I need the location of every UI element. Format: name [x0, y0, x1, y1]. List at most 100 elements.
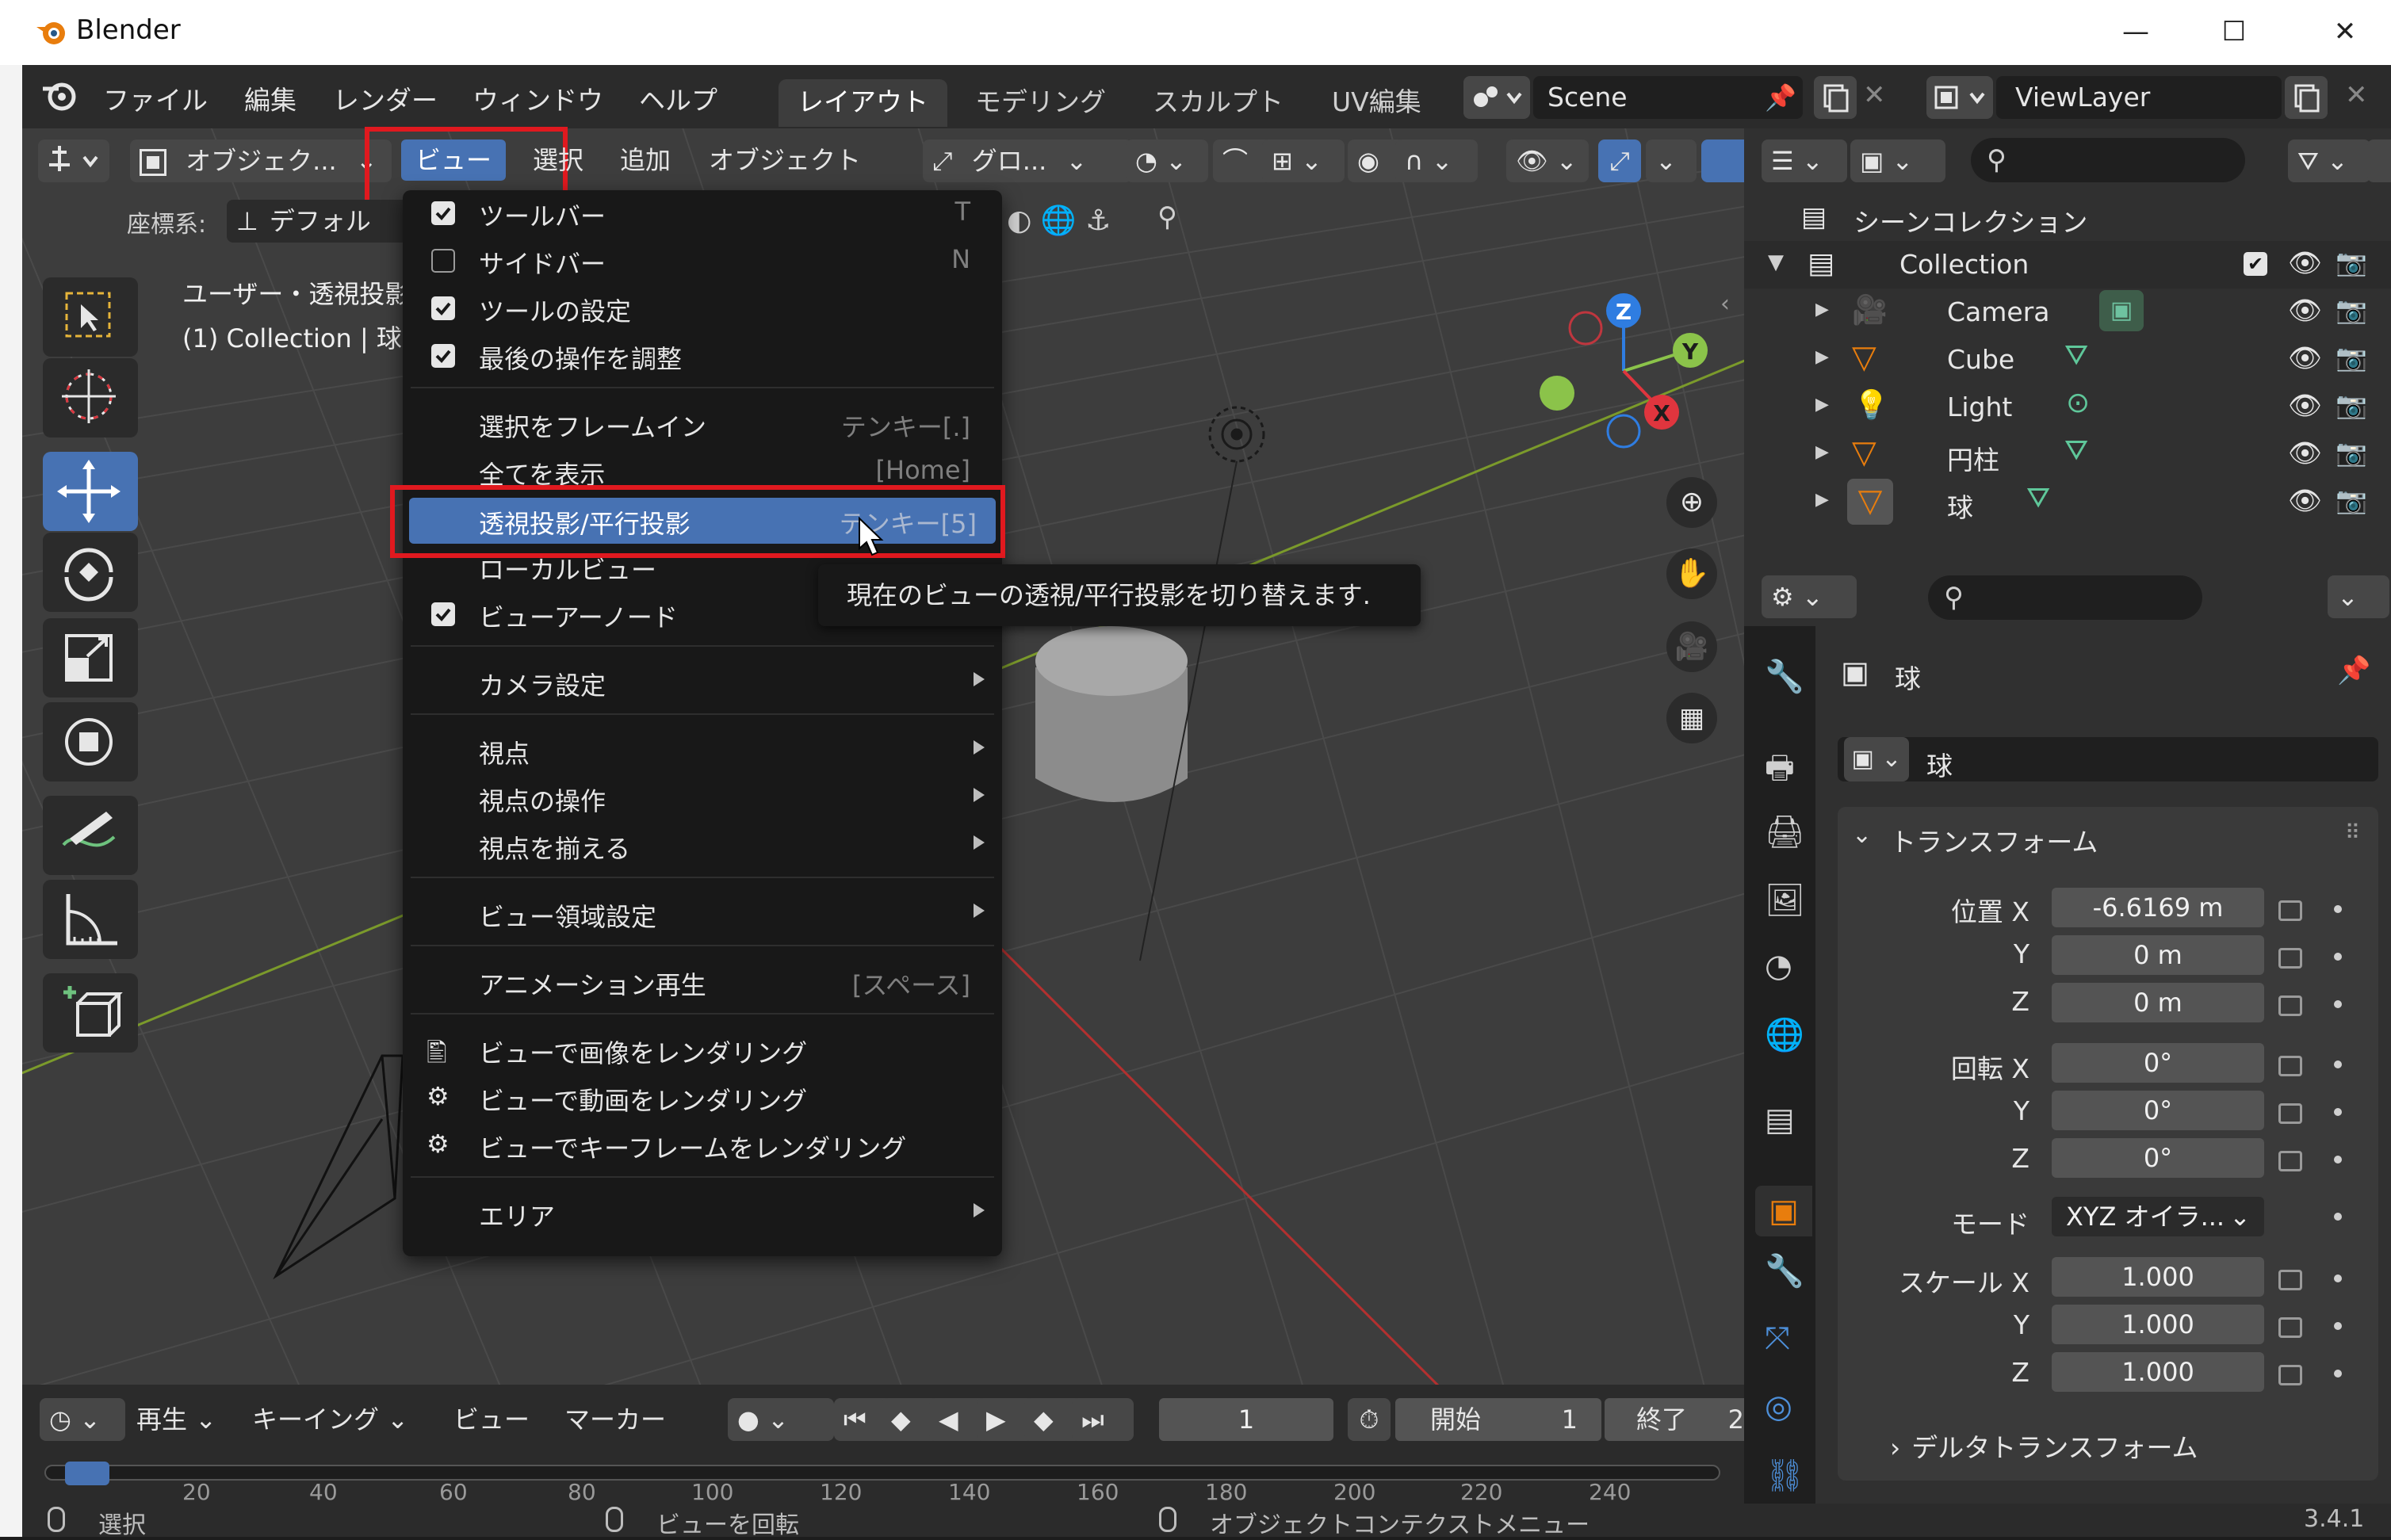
tab-modeling[interactable]: モデリング: [956, 79, 1125, 127]
tab-physics-icon[interactable]: ◎: [1765, 1389, 1792, 1425]
visibility-dropdown[interactable]: 👁 ⌄: [1506, 139, 1589, 182]
outliner-editor-type[interactable]: ☰ ⌄: [1762, 139, 1847, 182]
lock-icon[interactable]: [2278, 1056, 2302, 1076]
tab-constraints-icon[interactable]: ⛓: [1765, 1457, 1805, 1494]
outliner-row-scene-collection[interactable]: ▤ シーンコレクション: [1744, 193, 2391, 241]
lock-icon[interactable]: [2278, 1317, 2302, 1338]
keyframe-dot-icon[interactable]: [2334, 905, 2342, 913]
outliner-filter-dropdown[interactable]: ⛛ ⌄: [2288, 139, 2370, 182]
snap-target-dropdown[interactable]: ⊞ ⌄: [1262, 139, 1345, 182]
menu-item-toolbar[interactable]: ツールバー T: [403, 190, 1002, 236]
keyframe-dot-icon[interactable]: [2334, 1370, 2342, 1378]
navigation-gizmo[interactable]: Z Y X: [1522, 284, 1728, 458]
outliner-row-sphere[interactable]: ▶ ▽ 球 ⛛ 👁 📷: [1744, 479, 2391, 526]
render-camera-icon[interactable]: 📷: [2336, 485, 2367, 515]
minimize-button[interactable]: —: [2112, 11, 2160, 52]
menu-item-align-view[interactable]: 視点を揃える: [403, 823, 1002, 869]
timeline-scrubber[interactable]: [44, 1465, 1720, 1481]
pin-icon[interactable]: 📌: [2337, 655, 2370, 686]
tool-cursor[interactable]: [43, 358, 138, 438]
keyframe-dot-icon[interactable]: [2334, 953, 2342, 961]
keyframe-dot-icon[interactable]: [2334, 1060, 2342, 1068]
transform-orientation-dropdown[interactable]: ⤢ グロ... ⌄: [923, 139, 1132, 182]
outliner-display-mode[interactable]: ▣ ⌄: [1850, 139, 1945, 182]
tool-transform[interactable]: [43, 702, 138, 781]
overlay-toggle[interactable]: [1701, 139, 1744, 182]
menu-item-adjust-last-operation[interactable]: 最後の操作を調整: [403, 333, 1002, 379]
menu-help[interactable]: ヘルプ: [639, 79, 717, 117]
end-frame-field[interactable]: 終了 2: [1605, 1398, 1744, 1441]
pivot-point-dropdown[interactable]: ◔ ⌄: [1126, 139, 1208, 182]
outliner-new-collection-icon[interactable]: [2367, 139, 2391, 182]
menu-render[interactable]: レンダー: [333, 79, 438, 117]
location-z-field[interactable]: 0 m: [2052, 983, 2264, 1022]
sidebar-toggle-arrow[interactable]: ‹: [1720, 290, 1730, 318]
tab-output-icon[interactable]: 🖨: [1765, 813, 1805, 850]
keyframe-dot-icon[interactable]: [2334, 1108, 2342, 1116]
render-camera-icon[interactable]: 📷: [2336, 342, 2367, 373]
outliner-row-cylinder[interactable]: ▶ ▽ 円柱 ⛛ 👁 📷: [1744, 431, 2391, 479]
scene-pin-icon[interactable]: 📌: [1765, 82, 1796, 113]
rotation-z-field[interactable]: 0°: [2052, 1138, 2264, 1178]
jump-end-button[interactable]: ⏭: [1072, 1398, 1134, 1441]
outliner-row-camera[interactable]: ▶ 🎥 Camera ▣ 👁 📷: [1744, 289, 2391, 336]
tool-rotate[interactable]: [43, 533, 138, 612]
scene-name-field[interactable]: Scene: [1533, 76, 1803, 119]
menu-item-view-regions[interactable]: ビュー領域設定: [403, 891, 1002, 937]
coord-system-dropdown[interactable]: ⊥ デフォル: [227, 200, 428, 243]
current-frame-field[interactable]: 1: [1159, 1398, 1333, 1441]
lock-icon[interactable]: [2278, 995, 2302, 1016]
keyframe-dot-icon[interactable]: [2334, 1274, 2342, 1282]
timeline-editor-type[interactable]: ◷ ⌄: [40, 1398, 125, 1441]
viewlayer-delete-icon[interactable]: ✕: [2345, 79, 2368, 111]
proportional-falloff-dropdown[interactable]: ∩ ⌄: [1395, 139, 1478, 182]
tab-object-icon[interactable]: ▣: [1755, 1186, 1812, 1236]
tool-select-box[interactable]: [43, 277, 138, 357]
menu-item-tool-settings[interactable]: ツールの設定: [403, 285, 1002, 331]
eye-icon[interactable]: 👁: [2288, 295, 2322, 327]
lock-icon[interactable]: [2278, 1270, 2302, 1290]
menu-edit[interactable]: 編集: [244, 79, 296, 117]
menu-item-cameras[interactable]: カメラ設定: [403, 659, 1002, 705]
render-camera-icon[interactable]: 📷: [2336, 438, 2367, 468]
rotation-mode-dropdown[interactable]: XYZ オイラ... ⌄: [2052, 1197, 2264, 1236]
tool-move[interactable]: [43, 452, 138, 531]
tab-modifiers-icon[interactable]: 🔧: [1765, 1252, 1804, 1290]
properties-editor-type[interactable]: ⚙ ⌄: [1762, 575, 1857, 618]
timeline-playback-menu[interactable]: 再生 ⌄: [127, 1398, 257, 1441]
object-mode-dropdown[interactable]: オブジェク... ⌄: [130, 139, 392, 182]
viewlayer-name-field[interactable]: ViewLayer: [1996, 76, 2282, 119]
timeline-marker-menu[interactable]: マーカー: [555, 1398, 675, 1441]
tab-uv-editing[interactable]: UV編集: [1313, 79, 1440, 127]
cylinder-object[interactable]: [1035, 626, 1188, 802]
eye-icon[interactable]: 👁: [2288, 390, 2322, 422]
maximize-button[interactable]: ☐: [2210, 11, 2258, 52]
outliner-search-field[interactable]: ⚲: [1971, 138, 2245, 182]
shading-icons[interactable]: ◐ 🌐 ⚓: [1007, 200, 1150, 243]
rotation-y-field[interactable]: 0°: [2052, 1091, 2264, 1130]
menu-window[interactable]: ウィンドウ: [472, 79, 603, 117]
keyframe-dot-icon[interactable]: [2334, 1213, 2342, 1221]
outliner-row-light[interactable]: ▶ 💡 Light ⊙ 👁 📷: [1744, 384, 2391, 431]
outliner-row-cube[interactable]: ▶ ▽ Cube ⛛ 👁 📷: [1744, 336, 2391, 384]
tab-particles-icon[interactable]: ⤧: [1765, 1320, 1790, 1357]
lock-icon[interactable]: [2278, 1103, 2302, 1124]
tool-add-cube[interactable]: [43, 973, 138, 1053]
tool-measure[interactable]: [43, 880, 138, 959]
gizmo-toggle[interactable]: ⤢: [1598, 139, 1641, 182]
pan-hand-icon[interactable]: ✋: [1666, 548, 1717, 599]
render-camera-icon[interactable]: 📷: [2336, 390, 2367, 420]
lock-icon[interactable]: [2278, 1365, 2302, 1385]
stopwatch-icon[interactable]: ⏱: [1348, 1398, 1391, 1441]
menu-object[interactable]: オブジェクト: [694, 139, 875, 181]
tab-view-layer-icon[interactable]: 🖼: [1765, 881, 1805, 919]
tool-scale[interactable]: [43, 618, 138, 697]
lock-icon[interactable]: [2278, 948, 2302, 969]
timeline-view-menu[interactable]: ビュー: [444, 1398, 539, 1441]
properties-search-field[interactable]: ⚲: [1928, 575, 2202, 620]
menu-item-render-animation[interactable]: ⚙ ビューで動画をレンダリング: [403, 1075, 1002, 1121]
scale-x-field[interactable]: 1.000: [2052, 1257, 2264, 1297]
menu-item-viewpoint[interactable]: 視点: [403, 728, 1002, 774]
transform-panel-header[interactable]: ⌄ トランスフォーム ⠿: [1838, 807, 2378, 867]
delta-transform-header[interactable]: › デルタトランスフォーム: [1890, 1427, 2198, 1465]
